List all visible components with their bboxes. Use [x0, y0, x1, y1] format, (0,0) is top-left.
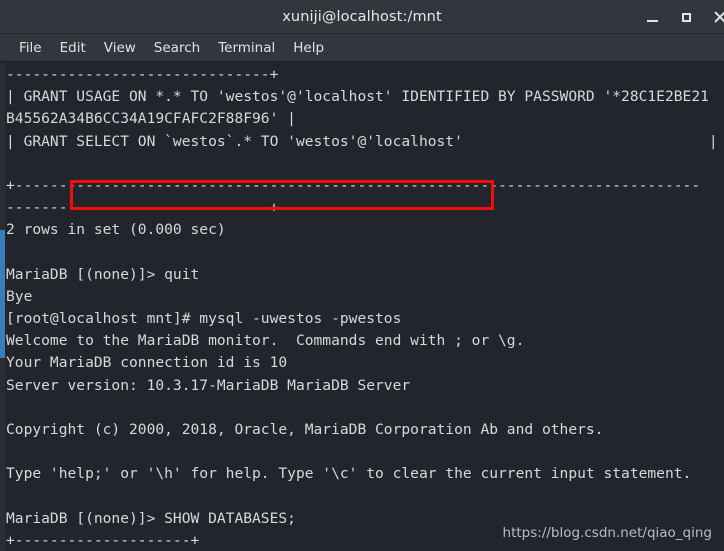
- menu-item-view[interactable]: View: [95, 38, 145, 58]
- minimize-button[interactable]: [635, 0, 669, 34]
- watermark-text: https://blog.csdn.net/qiao_qing: [502, 525, 712, 541]
- terminal-line: Type 'help;' or '\h' for help. Type '\c'…: [6, 465, 692, 483]
- menu-item-file[interactable]: File: [10, 38, 51, 58]
- terminal-line: Bye: [6, 287, 33, 305]
- minimize-icon: [646, 20, 658, 22]
- terminal-line: Welcome to the MariaDB monitor. Commands…: [6, 332, 525, 350]
- maximize-icon: [681, 12, 691, 22]
- menubar: File Edit View Search Terminal Help: [0, 34, 724, 62]
- terminal-line: B45562A34B6CC34A19CFAFC2F88F96' |: [6, 110, 296, 128]
- menu-item-edit[interactable]: Edit: [51, 38, 95, 58]
- window-title: xuniji@localhost:/mnt: [282, 8, 442, 25]
- maximize-button[interactable]: [669, 0, 703, 34]
- window-controls: [635, 0, 724, 34]
- terminal-output[interactable]: ------------------------------+ | GRANT …: [5, 62, 724, 551]
- terminal-line: +---------------------------------------…: [6, 176, 701, 194]
- menu-item-help[interactable]: Help: [284, 38, 333, 58]
- terminal-window: xuniji@localhost:/mnt File Edit View Sea…: [0, 0, 724, 551]
- terminal-line: 2 rows in set (0.000 sec): [6, 221, 226, 239]
- menu-item-search[interactable]: Search: [145, 38, 209, 58]
- terminal-line: Server version: 10.3.17-MariaDB MariaDB …: [6, 376, 411, 394]
- terminal-line: [root@localhost mnt]# mysql -uwestos -pw…: [6, 310, 402, 328]
- terminal-line: Your MariaDB connection id is 10: [6, 354, 288, 372]
- titlebar[interactable]: xuniji@localhost:/mnt: [0, 0, 724, 34]
- close-icon: [714, 11, 724, 23]
- terminal-line: MariaDB [(none)]> quit: [6, 265, 200, 283]
- terminal-line: | GRANT SELECT ON `westos`.* TO 'westos'…: [6, 132, 718, 150]
- terminal-body[interactable]: ------------------------------+ | GRANT …: [0, 62, 724, 551]
- terminal-line: ------------------------------+: [6, 66, 279, 83]
- terminal-line: Copyright (c) 2000, 2018, Oracle, MariaD…: [6, 421, 604, 438]
- menu-item-terminal[interactable]: Terminal: [209, 38, 284, 58]
- close-button[interactable]: [703, 0, 724, 34]
- terminal-line: ------------------------------+: [6, 199, 279, 217]
- terminal-line: | GRANT USAGE ON *.* TO 'westos'@'localh…: [6, 88, 709, 106]
